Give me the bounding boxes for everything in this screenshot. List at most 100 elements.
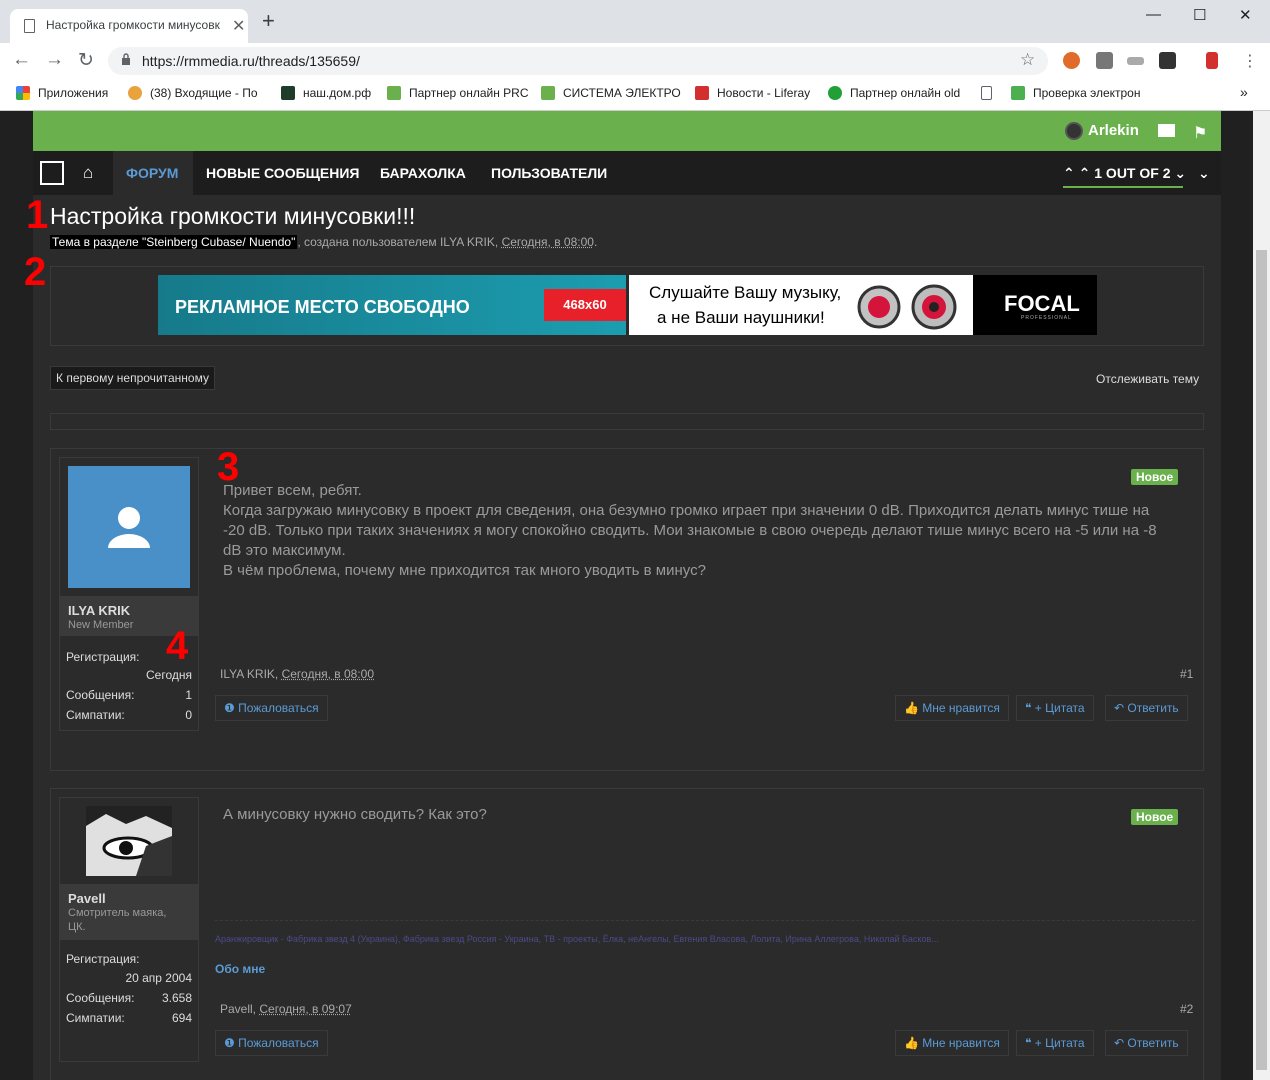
reply-button[interactable]: ↶ Ответить	[1105, 695, 1188, 721]
web-page: Arlekin ⚑ ⌂ ФОРУМ НОВЫЕ СООБЩЕНИЯ БАРАХО…	[0, 111, 1253, 1080]
document-icon	[981, 86, 992, 100]
double-chevron-down-icon[interactable]: ⌄	[1198, 165, 1210, 181]
extension-icon[interactable]	[1127, 57, 1144, 65]
minimize-button[interactable]: —	[1146, 6, 1161, 23]
bookmark-item[interactable]: СИСТЕМА ЭЛЕКТРО	[541, 86, 681, 100]
ad-banner-area: РЕКЛАМНОЕ МЕСТО СВОБОДНО 468x60 Слушайте…	[50, 266, 1204, 346]
annotation-2: 2	[24, 250, 47, 294]
avatar[interactable]	[86, 806, 172, 876]
bookmark-item[interactable]: Новости - Liferay	[695, 86, 810, 100]
registration-label: Регистрация:	[66, 952, 140, 966]
close-tab-icon[interactable]: ✕	[232, 16, 245, 36]
tab-new-messages[interactable]: НОВЫЕ СООБЩЕНИЯ	[206, 165, 360, 181]
reply-icon: ↶	[1114, 1036, 1128, 1050]
bookmark-item[interactable]: Партнер онлайн PRC	[387, 86, 529, 100]
tab-flea-market[interactable]: БАРАХОЛКА	[380, 165, 466, 181]
pager-label: 1 OUT OF 2	[1094, 165, 1171, 181]
bookmark-item[interactable]: Приложения	[16, 86, 108, 100]
author-name[interactable]: ILYA KRIK	[68, 603, 130, 618]
close-window-button[interactable]: ✕	[1239, 6, 1252, 24]
new-badge: Новое	[1131, 809, 1179, 825]
annotation-4: 4	[166, 624, 189, 668]
post-number[interactable]: #2	[1180, 1002, 1193, 1016]
post-time[interactable]: Сегодня, в 09:07	[259, 1002, 351, 1016]
maximize-button[interactable]: ☐	[1193, 6, 1206, 24]
author-name[interactable]: Pavell	[68, 891, 106, 906]
current-username[interactable]: Arlekin	[1088, 122, 1139, 139]
new-tab-button[interactable]: +	[262, 10, 275, 32]
bookmark-item[interactable]: (38) Входящие - По	[128, 86, 258, 100]
messages-value[interactable]: 1	[185, 688, 192, 702]
section-link[interactable]: Тема в разделе "Steinberg Cubase/ Nuendo…	[50, 235, 298, 249]
site-logo[interactable]	[40, 161, 64, 185]
sber-icon	[828, 86, 842, 100]
extension-icon[interactable]	[1159, 52, 1176, 69]
quote-button[interactable]: ❝ + Цитата	[1016, 1030, 1094, 1056]
forum-site: Arlekin ⚑ ⌂ ФОРУМ НОВЫЕ СООБЩЕНИЯ БАРАХО…	[33, 111, 1221, 1080]
reply-button[interactable]: ↶ Ответить	[1105, 1030, 1188, 1056]
page-title: Настройка громкости минусовки!!!	[50, 203, 416, 229]
bookmark-star-icon[interactable]: ☆	[1020, 50, 1035, 70]
forward-button[interactable]: →	[45, 49, 64, 71]
first-unread-button[interactable]: К первому непрочитанному	[50, 366, 215, 390]
bookmark-item[interactable]: Партнер онлайн old	[828, 86, 960, 100]
page-pager[interactable]: ⌃ ⌃ 1 OUT OF 2 ⌄ ⌄	[1063, 165, 1210, 182]
like-button[interactable]: 👍 Мне нравится	[895, 1030, 1009, 1056]
avatar[interactable]	[1065, 122, 1083, 140]
flag-icon[interactable]: ⚑	[1193, 123, 1207, 143]
created-by-text: , создана пользователем ILYA KRIK,	[297, 235, 502, 249]
likes-value: 0	[185, 708, 192, 722]
message-body: Привет всем, ребят. Когда загружаю минус…	[223, 482, 1157, 579]
ad-banner-free-slot[interactable]: РЕКЛАМНОЕ МЕСТО СВОБОДНО 468x60	[158, 275, 626, 335]
author-title: Смотритель маяка, ЦК.	[68, 907, 167, 933]
annotation-3: 3	[217, 445, 240, 489]
chevron-up-icon[interactable]: ⌃	[1079, 165, 1091, 181]
watch-thread-link[interactable]: Отслеживать тему	[1096, 372, 1199, 386]
info-icon: ❶	[224, 701, 239, 715]
quote-icon: ❝	[1025, 701, 1035, 715]
report-button[interactable]: ❶ Пожаловаться	[215, 695, 328, 721]
pager-underline	[1063, 186, 1183, 188]
liferay-icon	[695, 86, 709, 100]
avatar-image	[86, 806, 172, 876]
home-icon[interactable]: ⌂	[83, 163, 93, 183]
browser-tab[interactable]: Настройка громкости минусовк ✕	[10, 9, 248, 43]
scrollbar-thumb[interactable]	[1256, 250, 1267, 1070]
annotation-1: 1	[26, 193, 49, 237]
chevron-down-icon[interactable]: ⌄	[1174, 165, 1186, 181]
document-icon	[24, 19, 35, 33]
extension-icon[interactable]	[1206, 52, 1218, 69]
headphones-image	[857, 284, 957, 330]
bookmark-item[interactable]: Проверка электрон	[1011, 86, 1140, 100]
quote-icon: ❝	[1025, 1036, 1035, 1050]
about-me-link[interactable]: Обо мне	[215, 962, 265, 976]
browser-chrome: Настройка громкости минусовк ✕ + — ☐ ✕ ←…	[0, 0, 1270, 111]
messages-value[interactable]: 3.658	[162, 991, 192, 1005]
mail-icon	[128, 86, 142, 100]
back-button[interactable]: ←	[12, 49, 31, 71]
bookmark-item[interactable]: наш.дом.рф	[281, 86, 371, 100]
envelope-icon[interactable]	[1158, 124, 1175, 137]
extension-icon[interactable]	[1063, 52, 1080, 69]
tab-users[interactable]: ПОЛЬЗОВАТЕЛИ	[491, 165, 607, 181]
like-button[interactable]: 👍 Мне нравится	[895, 695, 1009, 721]
extension-icon[interactable]	[1096, 52, 1113, 69]
reload-button[interactable]: ↻	[78, 49, 94, 72]
menu-icon[interactable]: ⋮	[1242, 51, 1258, 71]
ad-banner-focal[interactable]: Слушайте Вашу музыку, а не Ваши наушники…	[629, 275, 1097, 335]
address-bar[interactable]: https://rmmedia.ru/threads/135659/ ☆	[108, 47, 1048, 75]
quote-button[interactable]: ❝ + Цитата	[1016, 695, 1094, 721]
post-number[interactable]: #1	[1180, 667, 1193, 681]
messages-label: Сообщения:	[66, 688, 135, 702]
likes-label: Симпатии:	[66, 1011, 125, 1025]
more-bookmarks-icon[interactable]: »	[1240, 84, 1248, 100]
bookmark-item[interactable]	[981, 86, 1000, 100]
created-time[interactable]: Сегодня, в 08:00	[502, 235, 594, 249]
tab-forum[interactable]: ФОРУМ	[126, 165, 178, 181]
report-button[interactable]: ❶ Пожаловаться	[215, 1030, 328, 1056]
double-chevron-up-icon[interactable]: ⌃	[1063, 165, 1075, 181]
post: Pavell Смотритель маяка, ЦК. Регистрация…	[50, 788, 1204, 1080]
post-time[interactable]: Сегодня, в 08:00	[282, 667, 374, 681]
ad-line-2: а не Ваши наушники!	[657, 308, 825, 327]
avatar[interactable]	[68, 466, 190, 588]
